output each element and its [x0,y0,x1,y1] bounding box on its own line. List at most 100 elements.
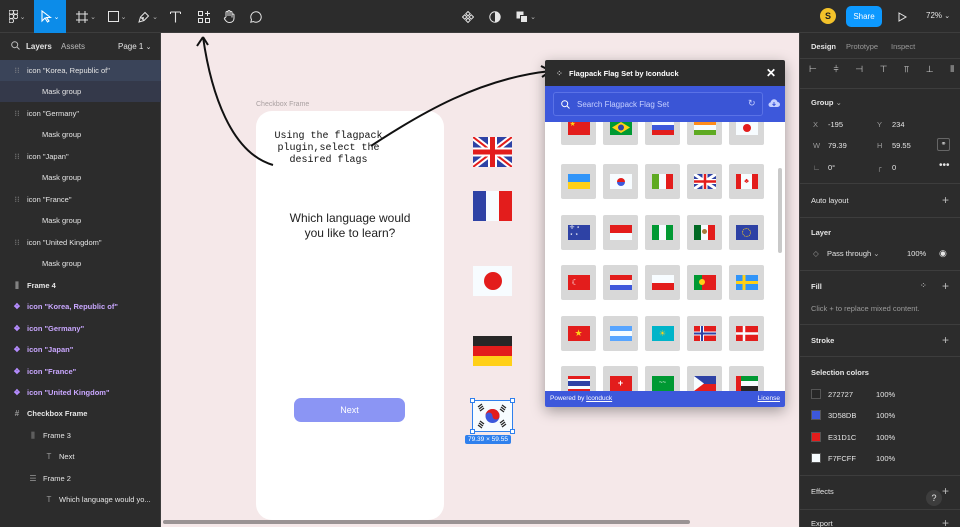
flag-cell-russia[interactable] [645,122,680,145]
add-export-icon[interactable]: + [942,517,949,527]
frame-tool-button[interactable]: ⌄ [72,0,100,33]
tab-prototype[interactable]: Prototype [846,42,878,51]
download-icon[interactable] [768,98,780,108]
flag-cell-italy[interactable] [645,164,680,199]
flag-cell-sweden[interactable] [729,265,764,300]
flag-cell-china[interactable]: ★ [561,122,596,145]
selection-handle[interactable] [470,429,475,434]
iconduck-link[interactable]: Iconduck [586,395,612,402]
shape-tool-button[interactable]: ⌄ [104,0,130,33]
tab-assets[interactable]: Assets [61,42,85,51]
flag-cell-portugal[interactable] [687,265,722,300]
flag-cell-european-union[interactable] [729,215,764,250]
layer-row[interactable]: ⁝⁝ icon "France" [0,189,161,210]
layer-row[interactable]: ❖ icon "Japan" [0,339,161,360]
flag-cell-kazakhstan[interactable]: ☀ [645,316,680,351]
tab-design[interactable]: Design [811,42,836,51]
align-center-h-icon[interactable]: ⫩ [833,64,838,76]
flag-cell-indonesia[interactable] [603,215,638,250]
flag-cell-japan[interactable] [729,122,764,145]
selection-handle[interactable] [470,398,475,403]
flag-cell-korea[interactable] [603,164,638,199]
flag-cell-australia[interactable]: ✛ ⋆ ⋆ ⋆ [561,215,596,250]
canvas-scrollbar[interactable] [163,520,690,524]
flag-cell-argentina[interactable] [603,316,638,351]
flag-cell-denmark[interactable] [729,316,764,351]
flag-united-kingdom[interactable] [473,137,512,167]
flag-cell-netherlands[interactable] [603,265,638,300]
align-top-icon[interactable]: ⊤ [880,64,888,76]
flag-france[interactable] [473,191,512,221]
add-auto-layout-icon[interactable]: + [942,194,949,206]
color-swatch[interactable] [811,389,821,399]
selection-handle[interactable] [510,398,515,403]
avatar[interactable]: S [820,8,836,24]
close-icon[interactable]: ✕ [766,66,776,80]
mask-button[interactable] [486,0,504,33]
flag-cell-switzerland[interactable]: + [603,366,638,391]
present-button[interactable] [895,0,909,33]
canvas[interactable]: Checkbox Frame Which language would you … [161,33,799,527]
color-swatch[interactable] [811,432,821,442]
h-input[interactable]: 59.55 [892,141,911,150]
component-button[interactable] [459,0,477,33]
eye-icon[interactable]: ◉ [939,248,947,259]
flag-cell-turkey[interactable]: ☾ [561,265,596,300]
radius-input[interactable]: 0 [892,163,896,172]
flag-cell-philippines[interactable] [687,366,722,391]
flag-cell-uae[interactable] [729,366,764,391]
flag-cell-thailand[interactable] [561,366,596,391]
align-left-icon[interactable]: ⊢ [809,64,817,76]
layer-row[interactable]: ⁝⁝ icon "Germany" [0,103,161,124]
boolean-button[interactable]: ⌄ [513,0,539,33]
blend-mode-dropdown[interactable]: Pass through ⌄ [827,249,880,258]
y-input[interactable]: 234 [892,120,905,129]
pen-tool-button[interactable]: ⌄ [135,0,161,33]
flag-cell-united-kingdom[interactable] [687,164,722,199]
opacity-input[interactable]: 100% [907,249,926,258]
x-input[interactable]: -195 [828,120,843,129]
distribute-icon[interactable]: ⫴ [950,64,954,76]
text-tool-button[interactable] [166,0,184,33]
layer-row[interactable]: Mask group [0,124,161,145]
layer-row[interactable]: ❖ icon "United Kingdom" [0,382,161,403]
flag-cell-poland[interactable] [645,265,680,300]
w-input[interactable]: 79.39 [828,141,847,150]
color-swatch[interactable] [811,453,821,463]
align-center-v-icon[interactable]: ⫪ [904,64,909,76]
flag-cell-brazil[interactable] [603,122,638,145]
more-icon[interactable]: ••• [939,160,950,171]
share-button[interactable]: Share [846,6,882,27]
layer-row[interactable]: ☰ Frame 2 [0,468,161,489]
layer-row[interactable]: ⫼ Frame 3 [0,425,161,446]
rotation-input[interactable]: 0° [828,163,835,172]
layer-row[interactable]: T Next [0,446,161,467]
selection-handle[interactable] [510,429,515,434]
help-button[interactable]: ? [926,490,942,506]
flag-cell-mexico[interactable] [687,215,722,250]
color-swatch[interactable] [811,410,821,420]
layer-row[interactable]: Mask group [0,81,161,102]
resources-button[interactable] [195,0,213,33]
tab-inspect[interactable]: Inspect [891,42,915,51]
page-selector[interactable]: Page 1 ⌄ [118,42,151,51]
refresh-icon[interactable]: ↻ [748,98,756,109]
license-link[interactable]: License [758,395,780,402]
layer-row[interactable]: ⁝⁝ icon "Korea, Republic of" [0,60,161,81]
flag-korea[interactable] [472,400,513,432]
layer-row[interactable]: ⁝⁝ icon "Japan" [0,146,161,167]
layer-row[interactable]: Mask group [0,167,161,188]
hand-tool-button[interactable] [220,0,238,33]
add-effect-icon[interactable]: + [942,485,949,497]
layer-row[interactable]: ⫼ Frame 4 [0,275,161,296]
flag-germany[interactable] [473,336,512,366]
search-input[interactable]: Search Flagpack Flag Set ↻ [553,92,763,116]
add-fill-icon[interactable]: + [942,280,949,292]
flag-cell-vietnam[interactable]: ★ [561,316,596,351]
flag-cell-nigeria[interactable] [645,215,680,250]
move-tool-button[interactable]: ⌄ [34,0,66,33]
layer-row[interactable]: ❖ icon "Korea, Republic of" [0,296,161,317]
add-stroke-icon[interactable]: + [942,334,949,346]
plugin-scrollbar[interactable] [778,168,782,253]
layer-row[interactable]: ❖ icon "France" [0,361,161,382]
